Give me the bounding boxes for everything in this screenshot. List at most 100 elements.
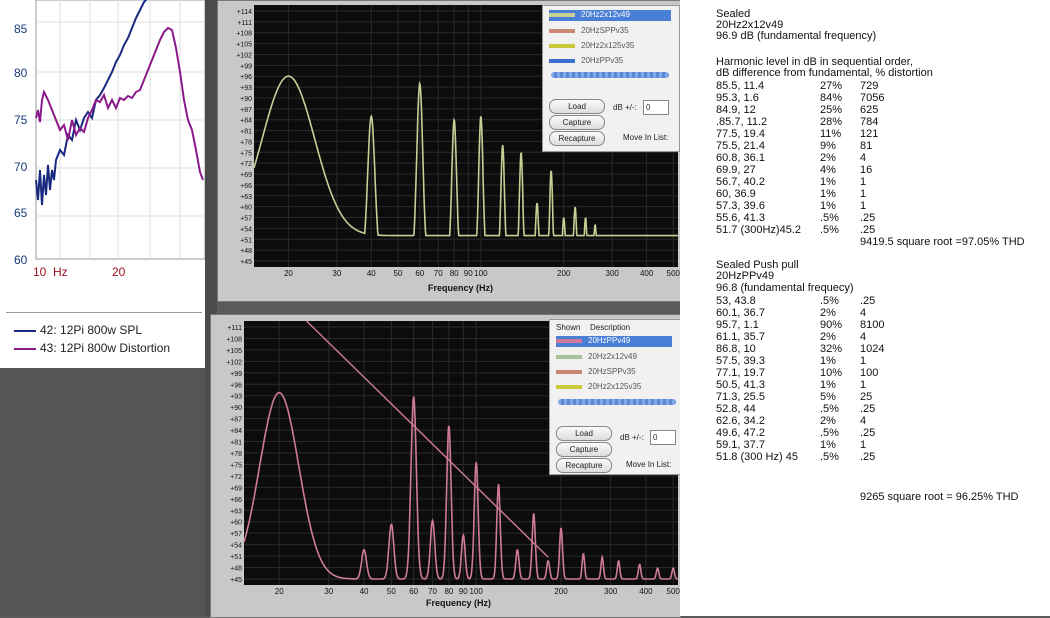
distortion-percent: 10% [820,367,843,379]
harmonic-level: 62.6, 34.2 [716,415,765,427]
y-tick-label: +60 [240,205,252,212]
square-value: 4 [860,152,867,164]
distortion-percent: .5% [820,427,839,439]
x-tick-label: 500 [667,587,680,596]
distortion-percent: 84% [820,92,843,104]
load-button[interactable]: Load [549,99,605,114]
trace-item[interactable]: 20HzPPv49 [556,336,672,347]
harmonic-row: 55.6, 41.3 .5% .25 [680,213,1040,224]
bottom-frequency-graph[interactable]: +111 +108 +105 +102 +99 +96 +93 +90 +87 +84 +81 +78… [210,314,681,618]
trace-color-swatch [549,58,575,63]
harmonic-row: 95.7, 1.1 90% 8100 [680,320,1040,331]
x-tick-label: 20 [275,587,284,596]
top-frequency-graph[interactable]: +114 +111 +108 +105 +102 +99 +96 +93 +90 +87 +84 +8… [217,0,681,302]
harmonic-level: 77.5, 19.4 [716,128,765,140]
y-tick-label: +45 [240,259,252,266]
distortion-percent: 9% [820,140,836,152]
distortion-percent: 1% [820,200,836,212]
trace-item[interactable]: 20Hz2x12v49 [556,352,637,363]
section2-total: 9265 square root = 96.25% THD [860,491,1019,503]
db-offset-field[interactable]: 0 [643,100,669,115]
x-tick-label: 70 [428,587,437,596]
trace-item[interactable]: 20HzPPv35 [549,56,623,67]
harmonic-level: 60.1, 36.7 [716,307,765,319]
y-tick-label: +108 [226,336,242,343]
db-offset-label: dB +/-: [620,433,644,442]
distortion-percent: 2% [820,307,836,319]
capture-button[interactable]: Capture [549,115,605,130]
capture-button[interactable]: Capture [556,442,612,457]
recapture-button[interactable]: Recapture [549,131,605,146]
square-value: .25 [860,427,876,439]
distortion-percent: 1% [820,188,836,200]
square-value: 1 [860,200,867,212]
y-tick-85: 85 [14,22,28,36]
section1-fundamental: 96.9 dB (fundamental frequency) [716,30,877,42]
y-tick-label: +87 [230,417,242,424]
harmonic-level: 51.7 (300Hz)45.2 [716,224,801,236]
harmonic-row: 77.1, 19.7 10% 100 [680,368,1040,379]
trace-item[interactable]: 20HzSPPv35 [549,26,629,37]
db-offset-field[interactable]: 0 [650,430,676,445]
y-tick-label: +78 [240,139,252,146]
load-button[interactable]: Load [556,426,612,441]
harmonic-level: 61.1, 35.7 [716,331,765,343]
distortion-percent: .5% [820,295,839,307]
distortion-percent: 2% [820,331,836,343]
harmonic-row: 69.9, 27 4% 16 [680,165,1040,176]
trace-label: 20HzSPPv35 [581,26,629,35]
square-value: .25 [860,451,876,463]
x-axis-label: Frequency (Hz) [426,598,492,608]
recapture-button[interactable]: Recapture [556,458,612,473]
harmonic-row: 50.5, 41.3 1% 1 [680,380,1040,391]
section1-total: 9419.5 square root =97.05% THD [860,236,1025,248]
harmonic-level: 69.9, 27 [716,164,756,176]
description-header: Description [590,323,631,332]
x-tick-label: 400 [639,587,653,596]
harmonic-level: 57.3, 39.6 [716,200,765,212]
y-tick-label: +96 [240,74,252,81]
trace-color-swatch [549,43,575,48]
harmonic-level: 53, 43.8 [716,295,756,307]
trace-item[interactable]: 20Hz2x125v35 [556,382,641,393]
x-tick-20: 20 [112,265,126,279]
y-tick-label: +84 [240,118,252,125]
trace-item[interactable]: 20Hz2x125v35 [549,41,634,52]
harmonic-row: 77.5, 19.4 11% 121 [680,129,1040,140]
y-tick-65: 65 [14,206,28,220]
harmonic-row: 60.8, 36.1 2% 4 [680,153,1040,164]
distortion-percent: .5% [820,224,839,236]
harmonic-row: 61.1, 35.7 2% 4 [680,332,1040,343]
square-value: 1 [860,439,867,451]
trace-color-swatch [549,12,575,17]
y-tick-label: +54 [230,543,242,550]
harmonic-level: 71.3, 25.5 [716,391,765,403]
y-tick-label: +69 [230,485,242,492]
distortion-percent: 4% [820,164,836,176]
list-scrollbar[interactable] [551,72,669,78]
y-tick-label: +90 [230,405,242,412]
harmonic-level: 57.5, 39.3 [716,355,765,367]
distortion-percent: 2% [820,415,836,427]
square-value: .25 [860,212,876,224]
list-scrollbar[interactable] [558,399,676,405]
x-tick-label: 300 [604,587,618,596]
y-tick-label: +66 [240,183,252,190]
trace-item[interactable]: 20HzSPPv35 [556,367,636,378]
y-tick-label: +72 [240,161,252,168]
section2-name: 20HzPPv49 [716,270,775,282]
x-axis-label: Frequency (Hz) [428,283,494,293]
harmonic-row: 95.3, 1.6 84% 7056 [680,93,1040,104]
harmonic-level: .85.7, 11.2 [716,116,768,128]
x-tick-label: 100 [474,269,488,278]
background-area [0,368,205,616]
square-value: 1024 [860,343,885,355]
square-value: 4 [860,307,867,319]
harmonic-level: 56.7, 40.2 [716,176,765,188]
harmonic-level: 84.9, 12 [716,104,756,116]
y-tick-label: +54 [240,226,252,233]
y-tick-label: +75 [240,150,252,157]
y-tick-label: +72 [230,474,242,481]
trace-item[interactable]: 20Hz2x12v49 [549,10,671,21]
x-tick-label: 200 [554,587,568,596]
